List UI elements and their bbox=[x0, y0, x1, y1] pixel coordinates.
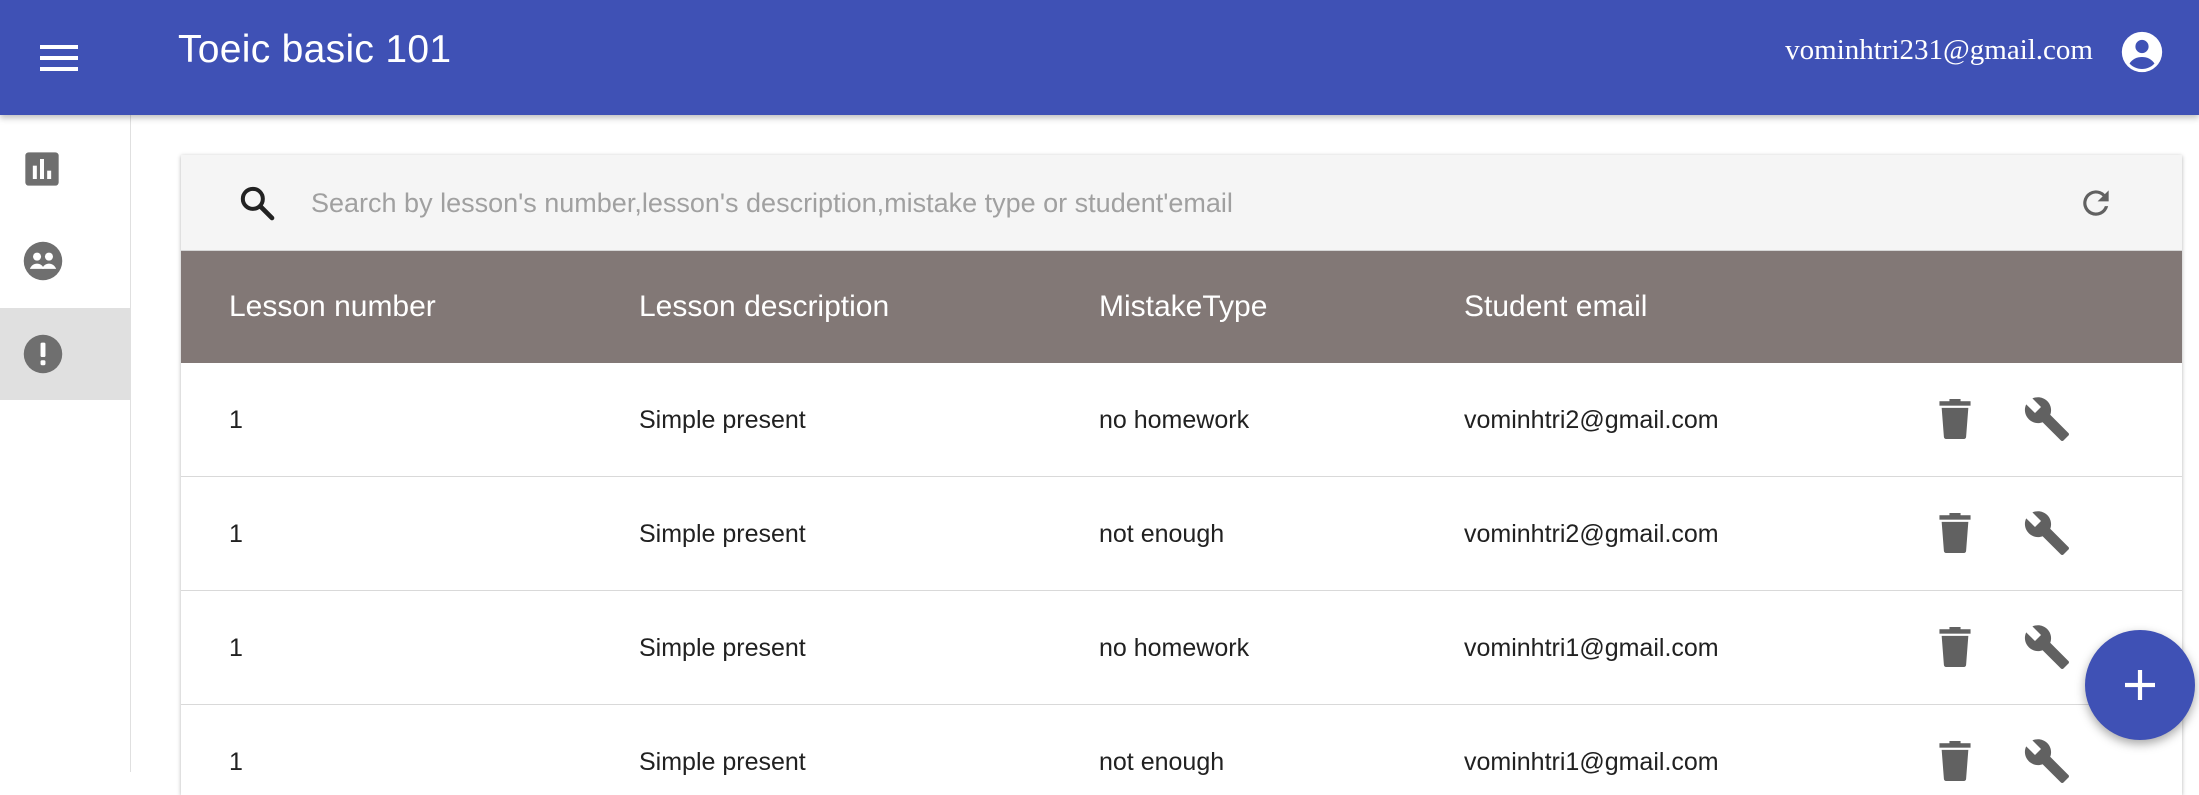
side-navigation bbox=[0, 115, 131, 772]
cell-student-email: vominhtri1@gmail.com bbox=[1464, 634, 1719, 662]
cell-lesson-description: Simple present bbox=[639, 634, 806, 662]
refresh-button[interactable] bbox=[2070, 177, 2122, 229]
search-bar bbox=[181, 155, 2182, 251]
sidebar-item-statistics[interactable] bbox=[0, 123, 131, 215]
sidebar-item-mistakes[interactable] bbox=[0, 308, 131, 400]
error-icon bbox=[23, 334, 63, 374]
cell-mistake-type: no homework bbox=[1099, 634, 1250, 662]
delete-icon bbox=[1939, 627, 1971, 667]
delete-button[interactable] bbox=[1929, 621, 1981, 673]
delete-icon bbox=[1939, 399, 1971, 439]
bar-chart-icon bbox=[25, 152, 59, 186]
column-header-lesson-number[interactable]: Lesson number bbox=[229, 251, 436, 363]
refresh-icon bbox=[2083, 190, 2109, 216]
delete-icon bbox=[1939, 513, 1971, 553]
table-row: 1 Simple present no homework vominhtri2@… bbox=[181, 363, 2182, 477]
delete-button[interactable] bbox=[1929, 393, 1981, 445]
app-bar: Toeic basic 101 vominhtri231@gmail.com bbox=[0, 0, 2199, 115]
account-button[interactable] bbox=[2113, 24, 2171, 80]
mistakes-table-card: Lesson number Lesson description Mistake… bbox=[181, 155, 2182, 795]
cell-lesson-number: 1 bbox=[229, 406, 243, 434]
add-mistake-button[interactable] bbox=[2085, 630, 2195, 740]
wrench-icon bbox=[2024, 739, 2069, 783]
search-icon bbox=[231, 177, 283, 229]
people-icon bbox=[23, 241, 63, 281]
cell-lesson-description: Simple present bbox=[639, 520, 806, 548]
cell-student-email: vominhtri2@gmail.com bbox=[1464, 406, 1719, 434]
table-row: 1 Simple present not enough vominhtri2@g… bbox=[181, 477, 2182, 591]
user-email: vominhtri231@gmail.com bbox=[1785, 34, 2093, 66]
edit-button[interactable] bbox=[2019, 619, 2075, 675]
delete-icon bbox=[1939, 741, 1971, 781]
cell-lesson-number: 1 bbox=[229, 748, 243, 776]
cell-lesson-number: 1 bbox=[229, 520, 243, 548]
edit-button[interactable] bbox=[2019, 733, 2075, 789]
table-row: 1 Simple present not enough vominhtri1@g… bbox=[181, 705, 2182, 795]
cell-mistake-type: no homework bbox=[1099, 406, 1250, 434]
account-circle-icon bbox=[2121, 31, 2163, 73]
app-title: Toeic basic 101 bbox=[178, 28, 452, 71]
menu-icon bbox=[40, 45, 78, 71]
search-input[interactable] bbox=[309, 173, 2009, 233]
delete-button[interactable] bbox=[1929, 735, 1981, 787]
cell-student-email: vominhtri2@gmail.com bbox=[1464, 520, 1719, 548]
cell-mistake-type: not enough bbox=[1099, 520, 1225, 548]
column-header-lesson-description[interactable]: Lesson description bbox=[639, 251, 889, 363]
edit-button[interactable] bbox=[2019, 505, 2075, 561]
table-header: Lesson number Lesson description Mistake… bbox=[181, 251, 2182, 363]
edit-button[interactable] bbox=[2019, 391, 2075, 447]
cell-lesson-number: 1 bbox=[229, 634, 243, 662]
cell-student-email: vominhtri1@gmail.com bbox=[1464, 748, 1719, 776]
wrench-icon bbox=[2024, 397, 2069, 441]
menu-button[interactable] bbox=[28, 30, 90, 86]
sidebar-item-students[interactable] bbox=[0, 215, 131, 307]
cell-mistake-type: not enough bbox=[1099, 748, 1225, 776]
wrench-icon bbox=[2024, 511, 2069, 555]
cell-lesson-description: Simple present bbox=[639, 748, 806, 776]
column-header-mistake-type[interactable]: MistakeType bbox=[1099, 251, 1267, 363]
main-content: Lesson number Lesson description Mistake… bbox=[131, 115, 2199, 795]
wrench-icon bbox=[2024, 625, 2069, 669]
add-icon bbox=[2125, 670, 2155, 700]
table-row: 1 Simple present no homework vominhtri1@… bbox=[181, 591, 2182, 705]
cell-lesson-description: Simple present bbox=[639, 406, 806, 434]
delete-button[interactable] bbox=[1929, 507, 1981, 559]
column-header-student-email[interactable]: Student email bbox=[1464, 251, 1647, 363]
